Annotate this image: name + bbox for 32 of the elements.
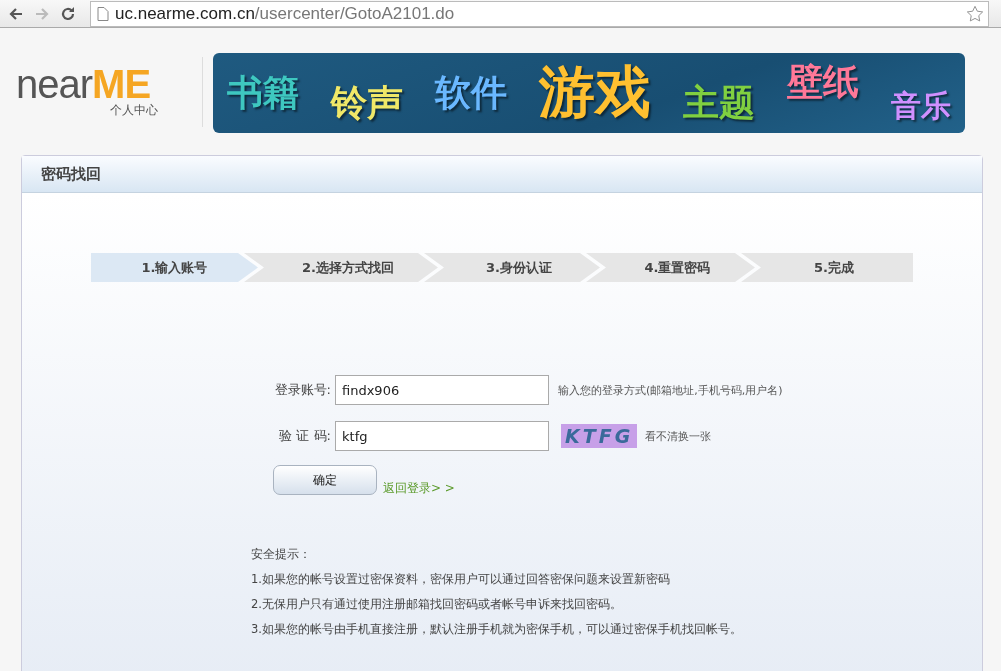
step-item: 1.输入账号: [91, 253, 258, 282]
captcha-label: 验 证 码:: [278, 427, 331, 445]
logo: nearME 个人中心: [15, 65, 159, 119]
star-icon[interactable]: [966, 4, 984, 23]
banner-word: 铃声: [331, 80, 403, 125]
step-item: 4.重置密码: [586, 253, 755, 282]
url-text: uc.nearme.com.cn/usercenter/GotoA2101.do: [115, 3, 456, 24]
banner-word: 软件: [435, 70, 507, 115]
banner-word: 主题: [683, 80, 755, 125]
step-item: 2.选择方式找回: [244, 253, 438, 282]
page-icon: [97, 6, 109, 21]
captcha-image: KTFG: [561, 424, 638, 448]
banner-word: 壁纸: [787, 59, 859, 104]
step-item: 3.身份认证: [424, 253, 600, 282]
captcha-field[interactable]: ktfg: [335, 421, 549, 451]
banner-word: 游戏: [539, 58, 651, 126]
confirm-button[interactable]: 确定: [273, 465, 377, 495]
account-hint: 输入您的登录方式(邮箱地址,手机号码,用户名): [558, 382, 783, 398]
tip-text: 3.如果您的帐号由手机直接注册，默认注册手机就为密保手机，可以通过密保手机找回帐号。: [251, 622, 743, 638]
tip-text: 2.无保用户只有通过使用注册邮箱找回密码或者帐号申诉来找回密码。: [251, 597, 623, 613]
banner-word: 书籍: [227, 70, 299, 115]
reload-icon[interactable]: [60, 5, 76, 22]
back-icon[interactable]: [8, 5, 24, 22]
tips-title: 安全提示：: [251, 547, 312, 563]
tip-text: 1.如果您的帐号设置过密保资料，密保用户可以通过回答密保问题来设置新密码: [251, 572, 671, 588]
refresh-captcha-link[interactable]: 看不清换一张: [645, 428, 712, 444]
banner-word: 音乐: [891, 86, 951, 125]
address-bar[interactable]: uc.nearme.com.cn/usercenter/GotoA2101.do: [90, 0, 989, 27]
account-field[interactable]: findx906: [335, 375, 549, 405]
step-item: 5.完成: [741, 253, 913, 282]
panel-title: 密码找回: [41, 164, 101, 184]
account-label: 登录账号:: [273, 381, 331, 399]
